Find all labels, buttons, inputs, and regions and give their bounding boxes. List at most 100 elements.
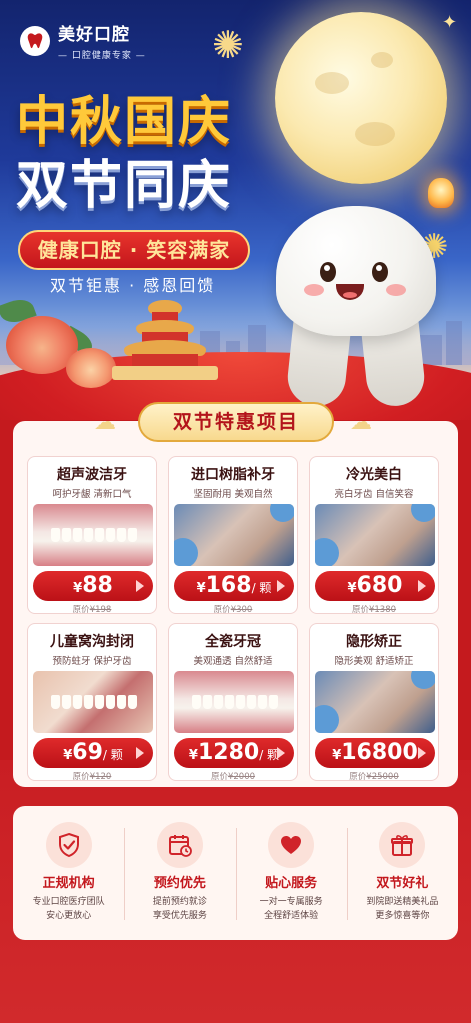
original-price-label: 原价 [72, 772, 90, 781]
full-moon-illustration [275, 12, 447, 184]
price-value: 69 [72, 740, 103, 765]
price-value: 1280 [197, 740, 260, 765]
service-description: 坚固耐用 美观自然 [193, 489, 273, 500]
original-price-label: 原价 [351, 605, 369, 614]
price-unit: / 颗 [251, 581, 272, 595]
brand-tagline: — 口腔健康专家 — [58, 51, 146, 61]
original-price-value: ¥25000 [366, 772, 399, 781]
hero-section: ✺ ✺ ✦ 美好口腔 — 口腔健康专家 — 中秋国庆 双节同庆 健康口腔 · 笑… [0, 0, 471, 420]
price-tag[interactable]: ¥16800 [315, 738, 435, 768]
price-value: 16800 [341, 740, 418, 765]
service-card[interactable]: 超声波洁牙呵护牙龈 清新口气 ¥88 原价¥198 [27, 456, 157, 614]
auspicious-cloud-icon: ☁ [350, 410, 372, 435]
brand-name: 美好口腔 [58, 25, 130, 45]
price-tag[interactable]: ¥168/ 颗 [174, 571, 294, 601]
peony-flower-illustration [66, 348, 116, 388]
price-tag[interactable]: ¥1280/ 颗 [174, 738, 294, 768]
feature-line: 更多惊喜等你 [375, 911, 430, 921]
services-grid: 超声波洁牙呵护牙龈 清新口气 ¥88 原价¥198 进口树脂补牙坚固耐用 美观自然 ¥1… [27, 456, 439, 781]
sparkle-icon: ✦ [442, 12, 458, 33]
brand-logo: 美好口腔 — 口腔健康专家 — [20, 20, 146, 61]
price-unit: / 颗 [259, 748, 280, 762]
service-description: 预防蛀牙 保护牙齿 [52, 656, 132, 667]
feature-item: 正规机构 专业口腔医疗团队 安心更放心 [13, 806, 124, 940]
features-panel: 正规机构 专业口腔医疗团队 安心更放心 预约优先 提前预约就诊 享受优先服务 贴心服务 一对一… [13, 806, 458, 940]
services-panel: 超声波洁牙呵护牙龈 清新口气 ¥88 原价¥198 进口树脂补牙坚固耐用 美观自然 ¥1… [13, 421, 458, 787]
service-photo [174, 504, 294, 566]
original-price: 原价¥300 [169, 603, 297, 614]
service-title: 隐形矫正 [346, 634, 402, 650]
service-card[interactable]: 全瓷牙冠美观通透 自然舒适 ¥1280/ 颗原价¥2000 [168, 623, 298, 781]
service-title: 进口树脂补牙 [191, 467, 275, 483]
gift-icon [379, 822, 426, 868]
feature-title: 正规机构 [42, 876, 95, 891]
feature-item: 预约优先提前预约就诊 享受优先服务 [124, 806, 235, 940]
feature-item: 贴心服务一对一专属服务 全程舒适体验 [235, 806, 347, 940]
service-photo [33, 504, 153, 566]
price-tag[interactable]: ¥88 [33, 571, 153, 601]
price-value: 680 [356, 573, 403, 598]
original-price-value: ¥1380 [368, 605, 397, 614]
calendar-clock-icon [156, 822, 203, 868]
service-card[interactable]: 儿童窝沟封闭预防蛀牙 保护牙齿 ¥69/ 颗原价¥120 [27, 623, 157, 781]
service-photo [33, 671, 153, 733]
feature-line: 专业口腔医疗团队 [32, 897, 105, 907]
service-card[interactable]: 隐形矫正隐形美观 舒适矫正 ¥16800 原价¥25000 [309, 623, 439, 781]
price-currency: ¥ [73, 581, 83, 596]
slogan-ribbon: 健康口腔 · 笑容满家 [18, 230, 250, 270]
service-description: 亮白牙齿 自信笑容 [334, 489, 414, 500]
section-title: 双节特惠项目 [138, 402, 334, 442]
feature-line: 到院即送精美礼品 [366, 897, 439, 907]
original-price-value: ¥120 [89, 772, 112, 781]
sky-lantern-illustration [428, 178, 454, 208]
service-title: 儿童窝沟封闭 [50, 634, 134, 650]
original-price-value: ¥2000 [227, 772, 256, 781]
service-description: 隐形美观 舒适矫正 [334, 656, 414, 667]
feature-item: 双节好礼到院即送精美礼品 更多惊喜等你 [346, 806, 458, 940]
original-price: 原价¥120 [28, 770, 156, 781]
service-title: 冷光美白 [346, 467, 402, 483]
price-currency: ¥ [63, 748, 73, 763]
service-photo [315, 504, 435, 566]
headline-secondary: 双节同庆 [16, 156, 233, 216]
original-price: 原价¥1380 [310, 603, 438, 614]
price-tag[interactable]: ¥69/ 颗 [33, 738, 153, 768]
promo-poster: ✺ ✺ ✦ 美好口腔 — 口腔健康专家 — 中秋国庆 双节同庆 健康口腔 · 笑… [0, 0, 471, 1023]
price-currency: ¥ [196, 581, 206, 596]
price-currency: ¥ [188, 748, 198, 763]
original-price: 原价¥25000 [310, 770, 438, 781]
firework-icon: ✺ [212, 23, 244, 67]
heart-icon [268, 822, 315, 868]
feature-title: 贴心服务 [265, 876, 318, 891]
original-price-label: 原价 [210, 772, 228, 781]
original-price-label: 原价 [72, 605, 90, 614]
feature-title: 双节好礼 [376, 876, 429, 891]
tooth-mascot-illustration [276, 206, 436, 409]
service-description: 美观通透 自然舒适 [193, 656, 273, 667]
service-description: 呵护牙龈 清新口气 [52, 489, 132, 500]
service-card[interactable]: 冷光美白亮白牙齿 自信笑容 ¥680 原价¥1380 [309, 456, 439, 614]
original-price-label: 原价 [349, 772, 367, 781]
feature-line: 一对一专属服务 [259, 897, 323, 907]
price-tag[interactable]: ¥680 [315, 571, 435, 601]
service-card[interactable]: 进口树脂补牙坚固耐用 美观自然 ¥168/ 颗原价¥300 [168, 456, 298, 614]
feature-title: 预约优先 [153, 876, 206, 891]
original-price: 原价¥198 [28, 603, 156, 614]
original-price: 原价¥2000 [169, 770, 297, 781]
price-currency: ¥ [332, 748, 342, 763]
headline-primary: 中秋国庆 [16, 92, 233, 152]
shield-check-icon [45, 822, 92, 868]
feature-line: 全程舒适体验 [264, 911, 319, 921]
price-value: 88 [82, 573, 113, 598]
service-photo [315, 671, 435, 733]
service-title: 超声波洁牙 [57, 467, 127, 483]
service-title: 全瓷牙冠 [205, 634, 261, 650]
feature-line: 享受优先服务 [152, 911, 207, 921]
service-photo [174, 671, 294, 733]
original-price-label: 原价 [213, 605, 231, 614]
feature-line: 提前预约就诊 [152, 897, 207, 907]
price-currency: ¥ [347, 581, 357, 596]
auspicious-cloud-icon: ☁ [94, 410, 116, 435]
price-unit: / 颗 [102, 748, 123, 762]
temple-of-heaven-illustration [112, 300, 218, 380]
